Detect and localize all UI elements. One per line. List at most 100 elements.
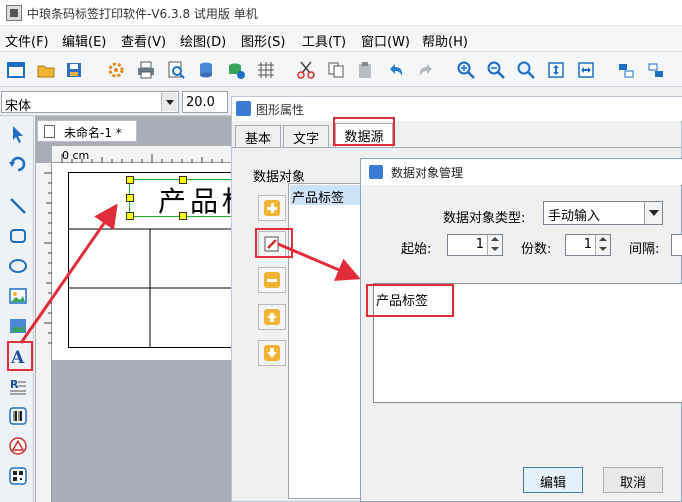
font-family-select[interactable]: 宋体 [1,91,179,114]
dialog-icon [369,165,383,179]
zoom-fit-icon[interactable] [516,60,536,80]
grid-icon[interactable] [256,60,276,80]
select-icon[interactable] [8,124,28,144]
fit-width-icon[interactable] [576,60,596,80]
highlight-data-source-tab [333,117,395,146]
chevron-down-icon[interactable] [161,93,177,111]
undo-icon[interactable] [386,60,406,80]
redo-icon[interactable] [416,60,436,80]
zoom-out-icon[interactable] [486,60,506,80]
app-icon [6,5,22,21]
spin-buttons[interactable] [595,235,610,255]
interval-label: 间隔: [629,242,660,257]
barcode-icon[interactable] [8,406,28,426]
rich-text-icon[interactable]: R [8,376,28,396]
highlight-text-tool [7,341,33,371]
new-icon[interactable] [6,60,26,80]
vertical-ruler-ticks [44,172,52,344]
highlight-edit-data-button [255,228,293,258]
vertical-ruler [36,163,52,502]
cut-icon[interactable] [296,60,316,80]
image-library-icon[interactable] [8,316,28,336]
copies-label: 份数: [521,242,552,257]
arrow-down-icon [264,345,280,361]
start-stepper[interactable]: 1 [447,234,503,256]
save-icon[interactable] [64,60,84,80]
dialog-title: 数据对象管理 [391,166,464,180]
open-icon[interactable] [36,60,56,80]
svg-text:R: R [10,378,19,391]
list-item[interactable]: 产品标签 [290,185,366,206]
font-size-value: 20.0 [186,95,215,110]
menu-tools[interactable]: 工具(T) [302,31,346,50]
interval-stepper[interactable] [671,234,682,256]
shape-icon[interactable] [8,436,28,456]
document-tab[interactable]: 未命名-1 * [37,120,137,142]
document-tab-label: 未命名-1 * [64,126,122,140]
add-button[interactable] [258,195,286,221]
chevron-down-icon[interactable] [644,202,662,224]
menu-file[interactable]: 文件(F) [5,31,49,50]
resize-handle[interactable] [126,212,134,220]
align-icon[interactable] [616,60,636,80]
text-object[interactable]: 产品标签 [126,176,282,220]
start-value: 1 [475,237,484,252]
tab-basic[interactable]: 基本 [235,125,281,147]
settings-icon[interactable] [106,60,126,80]
zoom-in-icon[interactable] [456,60,476,80]
move-down-button[interactable] [258,340,286,366]
database-icon[interactable] [196,60,216,80]
print-preview-icon[interactable] [166,60,186,80]
spin-buttons[interactable] [487,235,502,255]
line-icon[interactable] [8,196,28,216]
spin-up-icon[interactable] [599,237,607,241]
arrow-up-icon [264,309,280,325]
paste-icon[interactable] [356,60,376,80]
menu-help[interactable]: 帮助(H) [422,31,468,50]
resize-handle[interactable] [126,194,134,202]
title-bar: 中琅条码标签打印软件-V6.3.8 试用版 单机 [0,0,682,26]
menu-view[interactable]: 查看(V) [121,31,166,50]
dialog-title-bar: 图形属性 [232,97,682,121]
copies-value: 1 [583,237,592,252]
menu-window[interactable]: 窗口(W) [361,31,410,50]
menu-edit[interactable]: 编辑(E) [62,31,106,50]
spin-up-icon[interactable] [491,237,499,241]
start-label: 起始: [401,242,432,257]
ruler-ticks [61,154,233,163]
copy-icon[interactable] [326,60,346,80]
ellipse-icon[interactable] [8,256,28,276]
resize-handle[interactable] [179,212,187,220]
edit-button[interactable]: 编辑 [523,467,583,493]
left-tool-strip: A R [0,116,34,502]
database-connect-icon[interactable] [226,60,246,80]
document-icon [44,125,55,138]
dialog-icon [236,101,251,116]
dialog-title: 图形属性 [256,103,305,117]
spin-down-icon[interactable] [599,247,607,251]
app-title: 中琅条码标签打印软件-V6.3.8 试用版 单机 [27,7,258,21]
plus-icon [264,200,280,216]
menu-draw[interactable]: 绘图(D) [180,31,226,50]
image-icon[interactable] [8,286,28,306]
menu-shape[interactable]: 图形(S) [241,31,285,50]
move-up-button[interactable] [258,304,286,330]
print-icon[interactable] [136,60,156,80]
qrcode-icon[interactable] [8,466,28,486]
font-size-input[interactable]: 20.0 [182,91,228,113]
data-type-label: 数据对象类型: [443,211,526,226]
remove-button[interactable] [258,267,286,293]
resize-handle[interactable] [179,176,187,184]
rotate-icon[interactable] [8,154,28,174]
tab-text[interactable]: 文字 [283,125,329,147]
fit-page-icon[interactable] [546,60,566,80]
data-object-management-dialog: 数据对象管理 数据对象类型: 手动输入 起始: 1 份数: 1 间隔: 产品标签… [360,158,682,502]
resize-handle[interactable] [126,176,134,184]
copies-stepper[interactable]: 1 [565,234,611,256]
data-objects-list[interactable]: 产品标签 [288,183,368,499]
rectangle-icon[interactable] [8,226,28,246]
cancel-button[interactable]: 取消 [603,467,663,493]
align-right-icon[interactable] [646,60,666,80]
data-type-select[interactable]: 手动输入 [543,201,663,225]
spin-down-icon[interactable] [491,247,499,251]
